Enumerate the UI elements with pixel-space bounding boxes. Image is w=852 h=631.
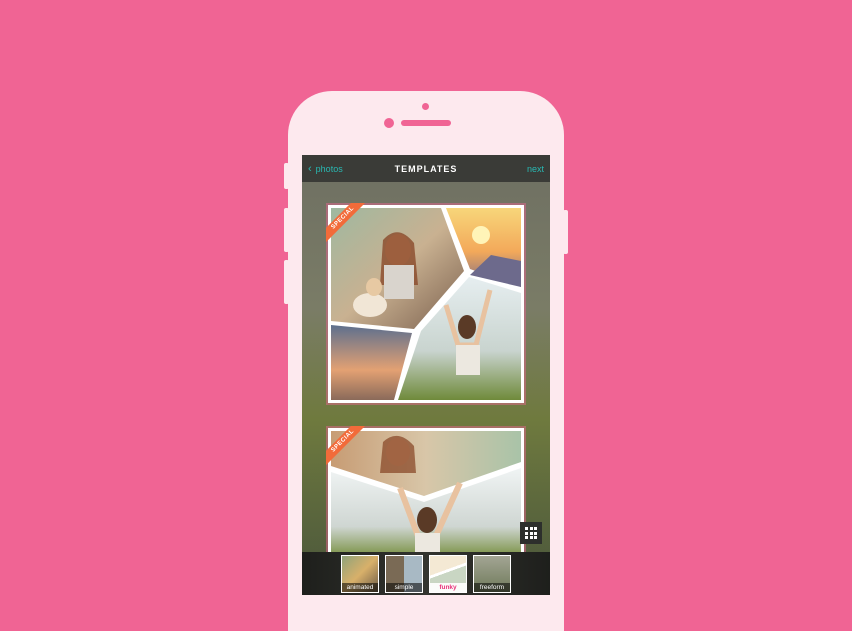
chevron-left-icon: ‹ [308,162,312,175]
grid-view-button[interactable] [520,522,542,544]
front-camera [384,118,394,128]
back-button[interactable]: ‹ photos [308,163,343,175]
tab-funky[interactable]: funky [430,555,466,592]
tab-animated[interactable]: animated [342,555,378,592]
mute-switch [284,163,289,189]
earpiece-speaker [401,120,451,126]
template-category-bar: animated simple funky freeform [302,552,550,595]
back-label: photos [315,163,343,174]
front-sensor [422,103,429,110]
grid-icon [525,527,537,539]
special-badge: SPECIAL [326,203,370,247]
nav-bar: ‹ photos TEMPLATES next [302,155,550,182]
tab-simple[interactable]: simple [386,555,422,592]
power-button [563,210,568,254]
template-card[interactable]: SPECIAL [326,426,524,558]
special-badge: SPECIAL [326,426,370,470]
next-button[interactable]: next [527,164,544,174]
app-screen: ‹ photos TEMPLATES next SPECIAL SPECIAL … [302,155,550,595]
volume-up-button [284,208,289,252]
volume-down-button [284,260,289,304]
template-card[interactable]: SPECIAL [326,203,524,403]
tab-freeform[interactable]: freeform [474,555,510,592]
